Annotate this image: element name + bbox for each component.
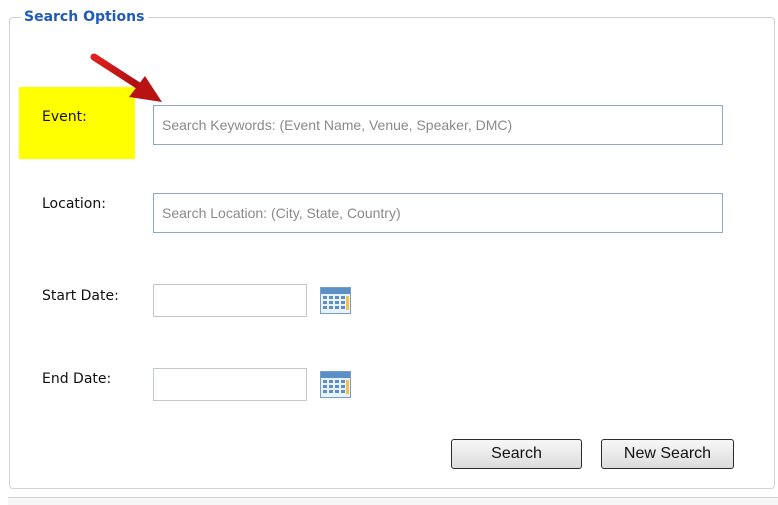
start-date-input[interactable]: [153, 284, 307, 317]
panel-legend: Search Options: [21, 8, 149, 26]
event-search-input[interactable]: Search Keywords: (Event Name, Venue, Spe…: [153, 105, 723, 145]
location-label: Location:: [42, 196, 106, 212]
calendar-icon[interactable]: [320, 287, 351, 314]
calendar-icon[interactable]: [320, 371, 351, 398]
location-search-input[interactable]: Search Location: (City, State, Country): [153, 193, 723, 233]
end-date-input[interactable]: [153, 368, 307, 401]
new-search-button[interactable]: New Search: [601, 439, 734, 469]
location-search-placeholder: Search Location: (City, State, Country): [162, 205, 401, 221]
search-button[interactable]: Search: [451, 439, 582, 469]
red-arrow-icon: [90, 53, 162, 102]
end-date-label: End Date:: [42, 371, 112, 387]
event-label: Event:: [42, 109, 87, 125]
event-search-placeholder: Search Keywords: (Event Name, Venue, Spe…: [162, 117, 513, 133]
start-date-label: Start Date:: [42, 288, 119, 304]
